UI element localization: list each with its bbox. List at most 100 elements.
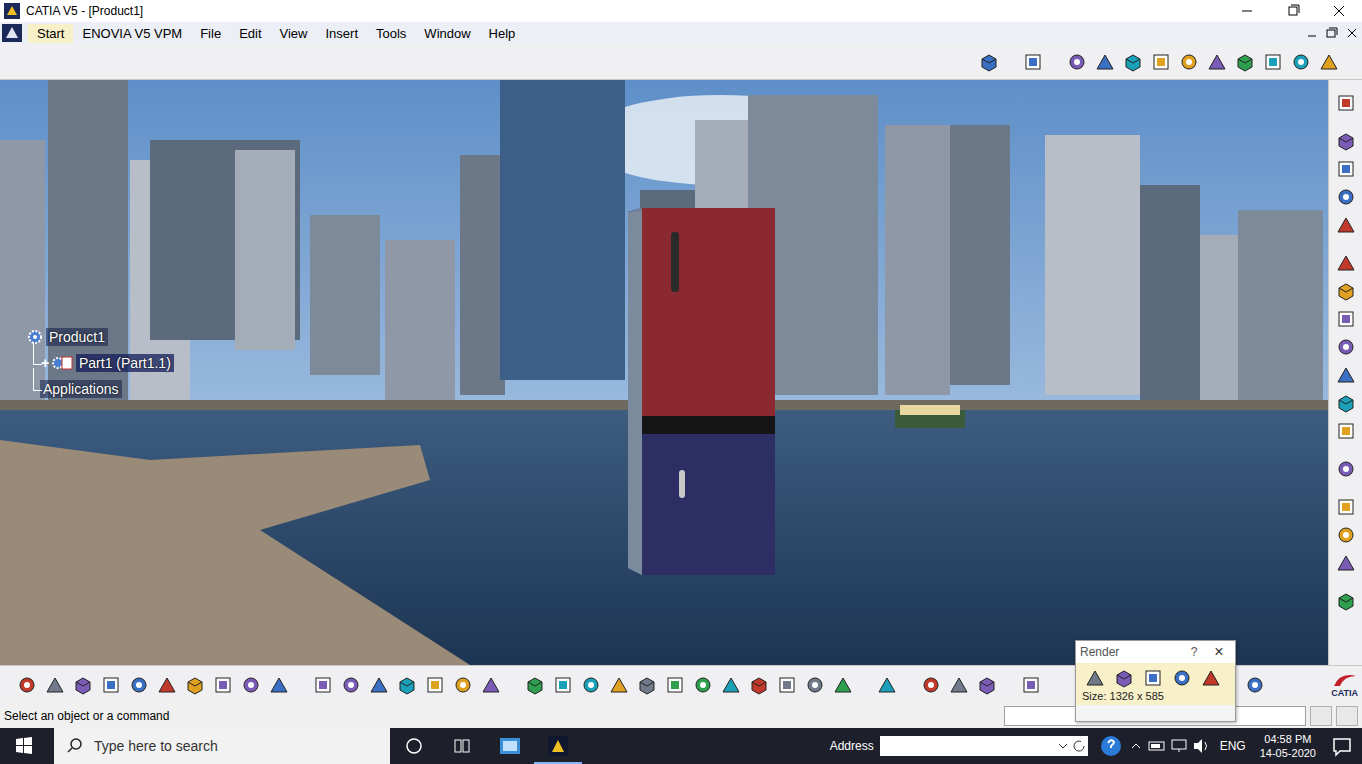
tool-icon[interactable]	[184, 674, 206, 696]
tool-icon[interactable]	[1335, 186, 1357, 208]
render-tool-icon[interactable]	[1142, 667, 1164, 689]
tool-icon[interactable]	[1318, 51, 1340, 73]
tree-label[interactable]: Product1	[46, 328, 108, 346]
address-input[interactable]	[880, 736, 1088, 756]
tool-icon[interactable]	[1335, 92, 1357, 114]
tool-icon[interactable]	[692, 674, 714, 696]
mdi-close-icon[interactable]	[1342, 24, 1362, 42]
render-toolbar-header[interactable]: Render ? ×	[1076, 641, 1235, 663]
tree-node[interactable]: Product1	[26, 328, 174, 346]
menu-item[interactable]: View	[271, 24, 317, 43]
tool-icon[interactable]	[452, 674, 474, 696]
tool-icon[interactable]	[580, 674, 602, 696]
help-button[interactable]: ?	[1181, 645, 1207, 659]
network-icon[interactable]	[1168, 728, 1190, 764]
status-button[interactable]	[1310, 706, 1332, 726]
tool-icon[interactable]	[1206, 51, 1228, 73]
tool-icon[interactable]	[212, 674, 234, 696]
tool-icon[interactable]	[920, 674, 942, 696]
tool-icon[interactable]	[1234, 51, 1256, 73]
tool-icon[interactable]	[1335, 336, 1357, 358]
tool-icon[interactable]	[1335, 420, 1357, 442]
tool-icon[interactable]	[368, 674, 390, 696]
task-view-icon[interactable]	[438, 728, 486, 764]
tool-icon[interactable]	[636, 674, 658, 696]
tool-icon[interactable]	[1122, 51, 1144, 73]
tool-icon[interactable]	[268, 674, 290, 696]
refrigerator-model[interactable]	[628, 208, 775, 575]
tool-icon[interactable]	[608, 674, 630, 696]
render-tool-icon[interactable]	[1171, 667, 1193, 689]
menu-item[interactable]: Start	[28, 24, 73, 43]
tool-icon[interactable]	[748, 674, 770, 696]
menu-item[interactable]: Insert	[316, 24, 367, 43]
tool-icon[interactable]	[720, 674, 742, 696]
windows-start-icon[interactable]	[0, 728, 48, 764]
notifications-icon[interactable]	[1322, 728, 1362, 764]
language-indicator[interactable]: ENG	[1212, 739, 1254, 753]
tool-icon[interactable]	[1290, 51, 1312, 73]
tool-icon[interactable]	[1335, 524, 1357, 546]
maximize-icon[interactable]	[1270, 0, 1316, 22]
close-button[interactable]: ×	[1207, 643, 1231, 661]
tool-icon[interactable]	[1066, 51, 1088, 73]
tool-icon[interactable]	[832, 674, 854, 696]
tool-icon[interactable]	[1335, 590, 1357, 612]
catia-task-icon[interactable]	[534, 728, 582, 764]
tool-icon[interactable]	[976, 674, 998, 696]
tool-icon[interactable]	[16, 674, 38, 696]
tool-icon[interactable]	[1150, 51, 1172, 73]
tool-icon[interactable]	[1262, 51, 1284, 73]
tool-icon[interactable]	[1022, 51, 1044, 73]
tool-icon[interactable]	[1335, 458, 1357, 480]
tree-label[interactable]: Applications	[40, 380, 122, 398]
render-toolbar[interactable]: Render ? × Size: 1326 x 585	[1075, 640, 1236, 722]
render-tool-icon[interactable]	[1113, 667, 1135, 689]
tool-icon[interactable]	[100, 674, 122, 696]
tool-icon[interactable]	[1335, 392, 1357, 414]
render-tool-icon[interactable]	[1200, 667, 1222, 689]
tool-icon[interactable]	[424, 674, 446, 696]
tool-icon[interactable]	[1178, 51, 1200, 73]
tool-icon[interactable]	[948, 674, 970, 696]
app-icon[interactable]	[486, 728, 534, 764]
tool-icon[interactable]	[44, 674, 66, 696]
refresh-icon[interactable]	[1072, 739, 1088, 753]
battery-icon[interactable]	[1146, 728, 1168, 764]
tool-icon[interactable]	[340, 674, 362, 696]
tool-icon[interactable]	[72, 674, 94, 696]
volume-icon[interactable]	[1190, 728, 1212, 764]
tool-icon[interactable]	[1244, 674, 1266, 696]
status-button[interactable]	[1336, 706, 1358, 726]
dropdown-arrow-icon[interactable]	[1056, 739, 1070, 753]
tree-node[interactable]: Applications	[26, 380, 174, 398]
mdi-minimize-icon[interactable]	[1302, 24, 1322, 42]
tool-icon[interactable]	[1335, 252, 1357, 274]
menu-item[interactable]: Edit	[230, 24, 270, 43]
tool-icon[interactable]	[776, 674, 798, 696]
tool-icon[interactable]	[876, 674, 898, 696]
tool-icon[interactable]	[1020, 674, 1042, 696]
render-tool-icon[interactable]	[1084, 667, 1106, 689]
tool-icon[interactable]	[804, 674, 826, 696]
tool-icon[interactable]	[1335, 280, 1357, 302]
tool-icon[interactable]	[240, 674, 262, 696]
menu-item[interactable]: Window	[415, 24, 479, 43]
taskbar-search[interactable]: Type here to search	[54, 728, 390, 764]
help-icon[interactable]	[1096, 728, 1126, 764]
tool-icon[interactable]	[128, 674, 150, 696]
tree-node[interactable]: + Part1 (Part1.1)	[26, 354, 174, 372]
menu-item[interactable]: File	[191, 24, 230, 43]
tray-chevron-icon[interactable]	[1126, 728, 1146, 764]
menu-item[interactable]: Tools	[367, 24, 415, 43]
tool-icon[interactable]	[1335, 158, 1357, 180]
menu-item[interactable]: ENOVIA V5 VPM	[73, 24, 191, 43]
tool-icon[interactable]	[396, 674, 418, 696]
tool-icon[interactable]	[524, 674, 546, 696]
clock[interactable]: 04:58 PM 14-05-2020	[1254, 732, 1322, 761]
expand-toggle[interactable]: +	[40, 355, 50, 371]
tool-icon[interactable]	[1335, 130, 1357, 152]
tree-label[interactable]: Part1 (Part1.1)	[76, 354, 174, 372]
tool-icon[interactable]	[552, 674, 574, 696]
tool-icon[interactable]	[1335, 308, 1357, 330]
